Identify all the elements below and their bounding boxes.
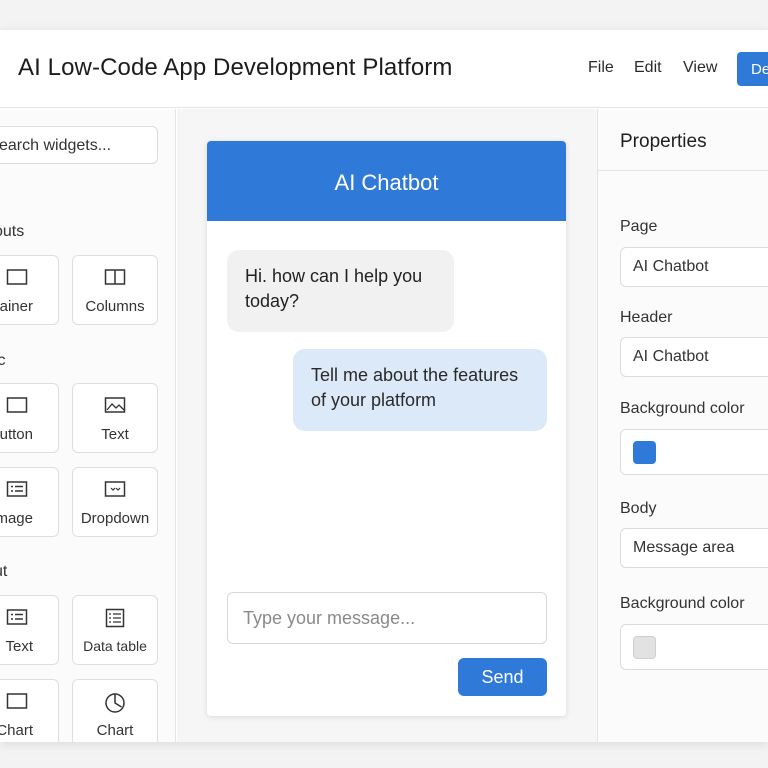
widget-container[interactable]: ntainer <box>0 255 59 325</box>
color-swatch[interactable] <box>633 441 656 464</box>
widget-text-block[interactable]: Text <box>0 595 59 665</box>
widget-panel: earch widgets... outs ntainer Columns ic… <box>0 109 176 742</box>
widget-label: ntainer <box>0 298 33 315</box>
widget-dropdown[interactable]: Dropdown <box>72 467 158 537</box>
widget-search-input[interactable]: earch widgets... <box>0 126 158 164</box>
container-icon <box>0 268 58 290</box>
widget-label: Chart <box>96 722 134 739</box>
image-icon <box>73 396 157 418</box>
menu-edit[interactable]: Edit <box>634 59 662 77</box>
widget-chart[interactable]: Chart <box>0 679 59 742</box>
widget-text[interactable]: Text <box>72 383 158 453</box>
section-basic-label: ic <box>0 352 6 370</box>
send-button[interactable]: Send <box>458 658 547 696</box>
section-layouts-label: outs <box>0 223 25 240</box>
chat-header[interactable]: AI Chatbot <box>207 141 566 221</box>
user-message: Tell me about the features of your platf… <box>293 349 547 431</box>
widget-label: mage <box>0 510 33 527</box>
app-window: AI Low-Code App Development Platform Fil… <box>0 30 768 742</box>
menu-file[interactable]: File <box>588 59 614 77</box>
dropdown-icon <box>73 480 157 502</box>
body-bg-color-picker[interactable] <box>620 624 768 670</box>
body-label: Body <box>620 500 657 517</box>
text-list-icon <box>0 608 58 630</box>
menu-view[interactable]: View <box>683 59 717 77</box>
widget-columns[interactable]: Columns <box>72 255 158 325</box>
bg-color-label: Background color <box>620 400 745 417</box>
widget-label: utton <box>0 426 33 443</box>
widget-label: Text <box>101 426 129 443</box>
section-layout-label: ut <box>0 563 8 580</box>
color-swatch[interactable] <box>633 636 656 659</box>
button-icon <box>0 396 58 418</box>
columns-icon <box>73 268 157 290</box>
bot-message: Hi. how can I help you today? <box>227 250 454 332</box>
bg-color-label-2: Background color <box>620 595 745 612</box>
header-label: Header <box>620 309 673 326</box>
header-field[interactable]: AI Chatbot <box>620 337 768 377</box>
app-title: AI Low-Code App Development Platform <box>18 54 453 81</box>
widget-pie-chart[interactable]: Chart <box>72 679 158 742</box>
widget-image[interactable]: mage <box>0 467 59 537</box>
header-bg-color-picker[interactable] <box>620 429 768 475</box>
widget-button[interactable]: utton <box>0 383 59 453</box>
properties-panel: Properties Page AI Chatbot Header AI Cha… <box>597 109 768 742</box>
top-bar: AI Low-Code App Development Platform Fil… <box>0 30 768 108</box>
widget-label: Dropdown <box>80 510 150 527</box>
widget-label: Columns <box>85 298 145 315</box>
body-field[interactable]: Message area <box>620 528 768 568</box>
properties-title: Properties <box>598 109 768 171</box>
page-field[interactable]: AI Chatbot <box>620 247 768 287</box>
message-input[interactable]: Type your message... <box>227 592 547 644</box>
data-table-icon <box>73 608 157 630</box>
page-label: Page <box>620 218 658 235</box>
chart-box-icon <box>0 692 58 714</box>
widget-data-table[interactable]: Data table <box>72 595 158 665</box>
list-icon <box>0 480 58 502</box>
pie-chart-icon <box>73 692 157 714</box>
widget-label: Chart <box>0 722 33 739</box>
deploy-button[interactable]: De <box>737 52 768 86</box>
chatbot-preview[interactable]: AI Chatbot Hi. how can I help you today?… <box>207 141 566 716</box>
widget-label: Data table <box>83 638 147 654</box>
design-canvas: AI Chatbot Hi. how can I help you today?… <box>177 109 597 742</box>
widget-label: Text <box>5 638 33 655</box>
